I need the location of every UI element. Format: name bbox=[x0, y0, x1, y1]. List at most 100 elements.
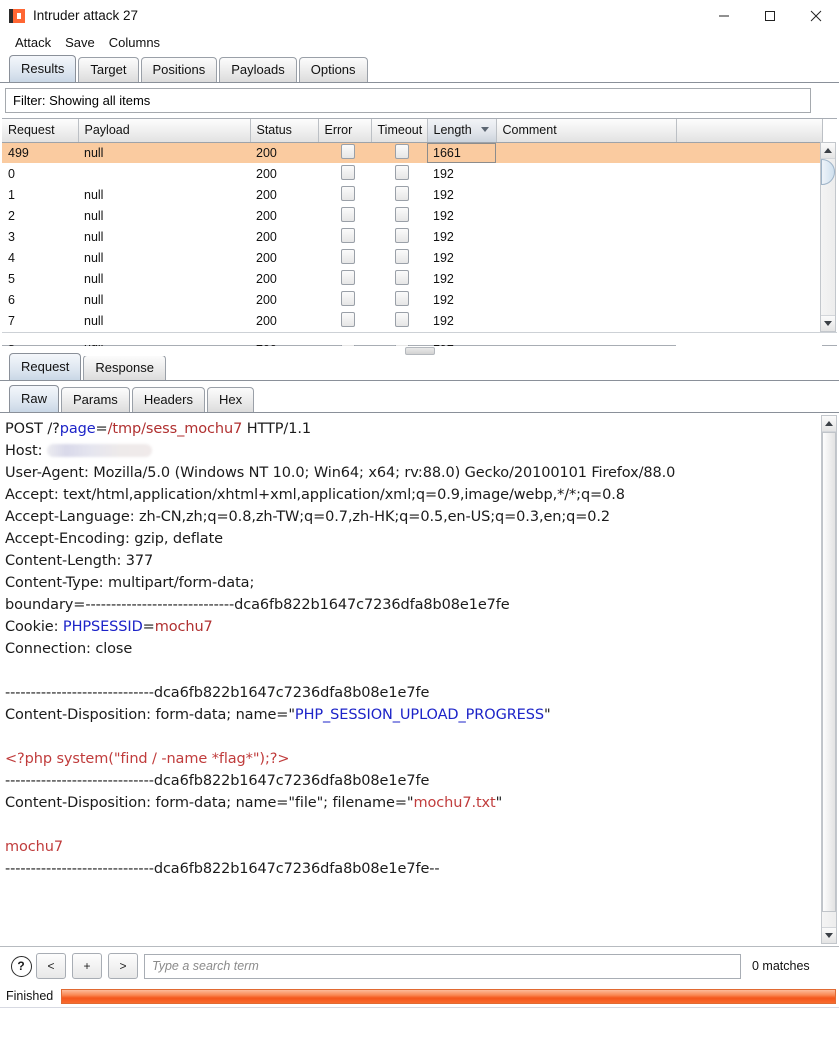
column-header-length[interactable]: Length bbox=[427, 119, 497, 143]
table-row[interactable]: 7 null 200 192 bbox=[2, 310, 822, 331]
timeout-checkbox[interactable] bbox=[395, 269, 409, 285]
request-method: POST bbox=[5, 421, 48, 437]
timeout-checkbox[interactable] bbox=[395, 227, 409, 243]
splitter-handle-icon[interactable] bbox=[404, 347, 435, 355]
error-checkbox[interactable] bbox=[340, 164, 355, 180]
minimize-icon[interactable] bbox=[701, 0, 747, 31]
header-accept: Accept: text/html,application/xhtml+xml,… bbox=[5, 487, 625, 503]
cell-comment[interactable] bbox=[496, 184, 676, 205]
cell-filler bbox=[676, 205, 822, 226]
cell-timeout bbox=[371, 163, 427, 184]
cookie-value: mochu7 bbox=[154, 619, 213, 635]
header-boundary: boundary=-----------------------------dc… bbox=[5, 597, 510, 613]
maximize-icon[interactable] bbox=[747, 0, 793, 31]
search-add-button[interactable]: + bbox=[72, 953, 102, 979]
cell-length: 192 bbox=[433, 187, 454, 202]
filter-text: Filter: Showing all items bbox=[13, 93, 151, 108]
tab-results[interactable]: Results bbox=[9, 55, 77, 82]
cell-comment[interactable] bbox=[496, 268, 676, 289]
cell-error bbox=[318, 268, 371, 289]
timeout-checkbox[interactable] bbox=[395, 143, 409, 159]
error-checkbox[interactable] bbox=[340, 185, 355, 201]
close-icon[interactable] bbox=[793, 0, 839, 31]
scrollbar-thumb[interactable] bbox=[821, 159, 835, 185]
scroll-down-icon[interactable] bbox=[821, 315, 835, 331]
error-checkbox[interactable] bbox=[340, 290, 355, 306]
cell-comment[interactable] bbox=[496, 226, 676, 247]
cell-comment[interactable] bbox=[496, 289, 676, 310]
cell-error bbox=[318, 205, 371, 226]
title-bar: Intruder attack 27 bbox=[0, 0, 839, 31]
table-row[interactable]: 2 null 200 192 bbox=[2, 205, 822, 226]
menu-item-attack[interactable]: Attack bbox=[8, 33, 58, 52]
tab-options[interactable]: Options bbox=[298, 57, 368, 82]
error-checkbox[interactable] bbox=[340, 311, 355, 327]
tab-response[interactable]: Response bbox=[83, 355, 166, 380]
cell-comment[interactable] bbox=[496, 247, 676, 268]
timeout-checkbox[interactable] bbox=[395, 206, 409, 222]
timeout-checkbox[interactable] bbox=[395, 311, 409, 327]
table-row[interactable]: 6 null 200 192 bbox=[2, 289, 822, 310]
cell-length: 192 bbox=[433, 208, 454, 223]
tab-raw[interactable]: Raw bbox=[9, 385, 60, 412]
tab-headers[interactable]: Headers bbox=[131, 387, 205, 412]
tab-positions[interactable]: Positions bbox=[140, 57, 218, 82]
table-row[interactable]: 4 null 200 192 bbox=[2, 247, 822, 268]
search-input[interactable]: Type a search term bbox=[144, 953, 741, 979]
scroll-up-icon[interactable] bbox=[821, 143, 835, 159]
view-tab-strip: Raw Params Headers Hex bbox=[0, 385, 839, 413]
error-checkbox[interactable] bbox=[340, 143, 355, 159]
column-header-request[interactable]: Request bbox=[2, 119, 79, 143]
header-accept-language: Accept-Language: zh-CN,zh;q=0.8,zh-TW;q=… bbox=[5, 509, 611, 525]
cell-comment[interactable] bbox=[496, 142, 676, 163]
table-row[interactable]: 1 null 200 192 bbox=[2, 184, 822, 205]
timeout-checkbox[interactable] bbox=[395, 248, 409, 264]
column-header-error[interactable]: Error bbox=[318, 119, 372, 143]
raw-vertical-scrollbar[interactable] bbox=[821, 415, 837, 944]
column-header-payload[interactable]: Payload bbox=[78, 119, 251, 143]
error-checkbox[interactable] bbox=[340, 248, 355, 264]
column-header-comment[interactable]: Comment bbox=[496, 119, 677, 143]
search-next-button[interactable]: > bbox=[108, 953, 138, 979]
tab-hex[interactable]: Hex bbox=[206, 387, 255, 412]
timeout-checkbox[interactable] bbox=[395, 185, 409, 201]
scrollbar-thumb[interactable] bbox=[822, 432, 836, 912]
tab-payloads[interactable]: Payloads bbox=[219, 57, 297, 82]
table-vertical-scrollbar[interactable] bbox=[820, 142, 836, 332]
tab-target[interactable]: Target bbox=[78, 57, 139, 82]
table-horizontal-scrollbar[interactable] bbox=[2, 332, 837, 345]
timeout-checkbox[interactable] bbox=[395, 164, 409, 180]
table-row[interactable]: 499 null 200 1661 bbox=[2, 142, 822, 163]
cell-comment[interactable] bbox=[496, 310, 676, 331]
results-table: Request Payload Status Error Timeout Len… bbox=[2, 118, 837, 352]
cell-payload: null bbox=[84, 292, 104, 307]
search-prev-button[interactable]: < bbox=[36, 953, 66, 979]
cell-error bbox=[318, 289, 371, 310]
header-host-label: Host: bbox=[5, 443, 43, 459]
error-checkbox[interactable] bbox=[340, 206, 355, 222]
cell-filler bbox=[676, 247, 822, 268]
timeout-checkbox[interactable] bbox=[395, 290, 409, 306]
column-header-timeout[interactable]: Timeout bbox=[371, 119, 428, 143]
tab-params[interactable]: Params bbox=[61, 387, 130, 412]
search-help-button[interactable]: ? bbox=[6, 955, 36, 977]
scroll-up-icon[interactable] bbox=[822, 416, 836, 432]
request-param-eq: = bbox=[95, 421, 108, 437]
table-row[interactable]: 0 200 192 bbox=[2, 163, 822, 184]
cell-length: 1661 bbox=[427, 142, 496, 163]
table-row[interactable]: 5 null 200 192 bbox=[2, 268, 822, 289]
scroll-down-icon[interactable] bbox=[822, 927, 836, 943]
error-checkbox[interactable] bbox=[340, 269, 355, 285]
tab-request[interactable]: Request bbox=[9, 353, 82, 380]
column-header-status[interactable]: Status bbox=[250, 119, 319, 143]
filter-bar[interactable]: Filter: Showing all items bbox=[5, 88, 811, 113]
header-content-type: Content-Type: multipart/form-data; bbox=[5, 575, 255, 591]
table-row[interactable]: 3 null 200 192 bbox=[2, 226, 822, 247]
raw-request-text[interactable]: POST /?page=/tmp/sess_mochu7 HTTP/1.1 Ho… bbox=[0, 413, 839, 880]
menu-item-save[interactable]: Save bbox=[58, 33, 102, 52]
cell-comment[interactable] bbox=[496, 205, 676, 226]
error-checkbox[interactable] bbox=[340, 227, 355, 243]
pane-splitter[interactable] bbox=[0, 346, 839, 356]
cell-comment[interactable] bbox=[496, 163, 676, 184]
menu-item-columns[interactable]: Columns bbox=[102, 33, 167, 52]
